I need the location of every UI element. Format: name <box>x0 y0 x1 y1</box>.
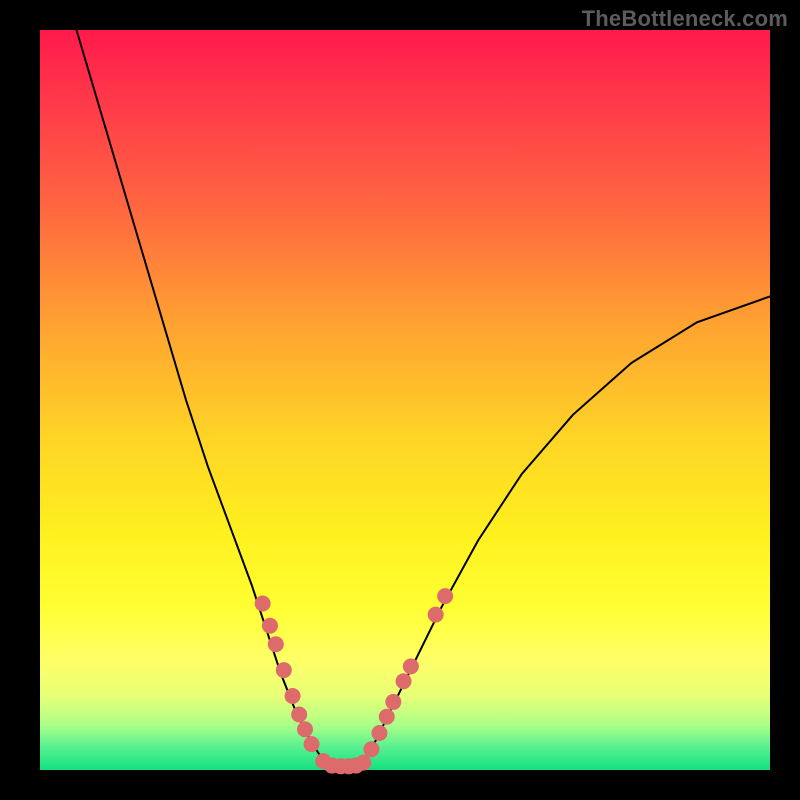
marker-point <box>428 607 444 623</box>
plot-area <box>40 30 770 770</box>
series-left-curve <box>77 30 327 766</box>
marker-point <box>285 688 301 704</box>
marker-point <box>304 736 320 752</box>
series-right-curve <box>361 296 770 766</box>
marker-point <box>371 725 387 741</box>
watermark-text: TheBottleneck.com <box>582 6 788 32</box>
curve-layer <box>40 30 770 770</box>
marker-point <box>385 694 401 710</box>
marker-point <box>297 721 313 737</box>
marker-point <box>403 658 419 674</box>
marker-point <box>262 618 278 634</box>
marker-point <box>363 741 379 757</box>
marker-point <box>437 588 453 604</box>
marker-point <box>276 662 292 678</box>
marker-point <box>255 596 271 612</box>
marker-point <box>396 673 412 689</box>
marker-point <box>268 636 284 652</box>
series-group <box>77 30 771 768</box>
marker-point <box>379 709 395 725</box>
marker-point <box>355 755 371 771</box>
chart-frame: TheBottleneck.com <box>0 0 800 800</box>
marker-point <box>291 707 307 723</box>
